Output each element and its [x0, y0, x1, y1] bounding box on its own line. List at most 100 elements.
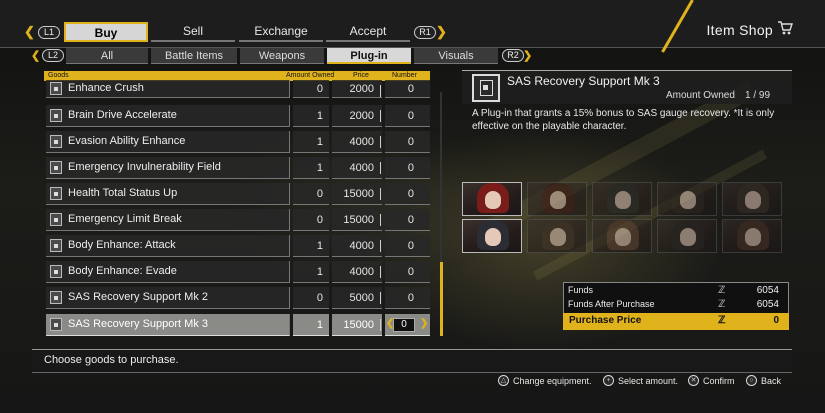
hint-confirm: Confirm: [703, 376, 735, 386]
tab-sell[interactable]: Sell: [151, 22, 235, 42]
subtab-plug-in[interactable]: Plug-in: [327, 48, 411, 64]
tab-buy[interactable]: Buy: [64, 22, 148, 42]
chevron-right-icon[interactable]: ❯: [523, 49, 532, 62]
subtab-all[interactable]: All: [66, 48, 148, 64]
item-owned: 0: [293, 287, 329, 309]
amount-owned-label: Amount Owned: [666, 90, 735, 101]
subtab-battle-items[interactable]: Battle Items: [151, 48, 237, 64]
plug-in-icon: [50, 265, 62, 278]
r1-button-icon: R1: [414, 26, 436, 39]
item-price: 2000: [332, 105, 382, 127]
item-owned: 0: [293, 80, 329, 98]
plug-in-icon: [50, 161, 62, 174]
item-number: 0: [385, 261, 430, 283]
character-portrait[interactable]: [722, 219, 782, 253]
increase-arrow-icon[interactable]: ❯: [420, 318, 428, 329]
item-owned: 1: [293, 131, 329, 153]
quantity-value[interactable]: 0: [393, 318, 415, 332]
character-portrait[interactable]: [527, 219, 587, 253]
list-item[interactable]: Brain Drive Accelerate 1 2000 0: [46, 105, 430, 127]
item-price: 4000: [332, 235, 382, 257]
item-owned: 1: [293, 261, 329, 283]
item-name: Emergency Limit Break: [68, 213, 182, 225]
character-portrait[interactable]: [657, 219, 717, 253]
list-item[interactable]: Evasion Ability Enhance 1 4000 0: [46, 131, 430, 153]
plug-in-icon: [50, 82, 62, 95]
character-portrait[interactable]: [462, 182, 522, 216]
plug-in-icon: [50, 318, 62, 331]
item-owned: 1: [293, 235, 329, 257]
purchase-price-value: 0: [773, 315, 779, 326]
character-portrait[interactable]: [592, 219, 652, 253]
hint-back: Back: [761, 376, 782, 386]
tab-accept[interactable]: Accept: [326, 22, 410, 42]
funds-label: Funds: [568, 285, 594, 295]
list-item[interactable]: Health Total Status Up 0 15000 0: [46, 183, 430, 205]
scrollbar-thumb[interactable]: [440, 262, 443, 336]
plug-in-icon: [50, 135, 62, 148]
item-description: A Plug-in that grants a 15% bonus to SAS…: [472, 108, 775, 132]
r2-button-icon: R2: [502, 49, 524, 62]
item-number: 0: [385, 235, 430, 257]
item-owned: 1: [293, 157, 329, 179]
item-name: Body Enhance: Attack: [68, 239, 176, 251]
item-number: 0: [385, 157, 430, 179]
character-portrait[interactable]: [722, 182, 782, 216]
plug-in-icon: [50, 187, 62, 200]
list-item[interactable]: Enhance Crush 0 2000 0: [46, 80, 430, 98]
character-portrait[interactable]: [657, 182, 717, 216]
item-price: 15000: [332, 183, 382, 205]
item-price: 2000: [332, 80, 382, 98]
subtab-weapons[interactable]: Weapons: [240, 48, 324, 64]
l2-button-icon: L2: [42, 49, 64, 62]
item-owned: 1: [293, 314, 329, 336]
item-name: Brain Drive Accelerate: [68, 109, 177, 121]
item-name: Emergency Invulnerability Field: [68, 161, 221, 173]
plug-in-icon: [50, 109, 62, 122]
item-number: 0: [385, 105, 430, 127]
item-number: 0: [385, 131, 430, 153]
chevron-right-icon[interactable]: ❯: [436, 24, 447, 40]
message-text: Choose goods to purchase.: [44, 354, 179, 366]
item-price: 4000: [332, 131, 382, 153]
item-owned: 1: [293, 105, 329, 127]
item-name: SAS Recovery Support Mk 2: [68, 291, 209, 303]
item-number: 0: [385, 183, 430, 205]
triangle-icon: △: [498, 375, 509, 386]
dpad-icon: +: [603, 375, 614, 386]
subtab-visuals[interactable]: Visuals: [414, 48, 498, 64]
tab-exchange[interactable]: Exchange: [239, 22, 323, 42]
item-owned: 0: [293, 209, 329, 231]
chevron-left-icon[interactable]: ❮: [24, 24, 35, 40]
detail-title: SAS Recovery Support Mk 3: [507, 74, 660, 88]
item-number: 0: [385, 209, 430, 231]
circle-icon: ○: [746, 375, 757, 386]
list-item[interactable]: SAS Recovery Support Mk 2 0 5000 0: [46, 287, 430, 309]
item-name: SAS Recovery Support Mk 3: [68, 318, 209, 330]
item-price: 15000: [332, 314, 382, 336]
title-divider: [661, 0, 694, 53]
list-item-selected[interactable]: SAS Recovery Support Mk 3 1 15000: [46, 314, 430, 336]
amount-owned-value: 1 / 99: [745, 90, 771, 101]
item-owned: 0: [293, 183, 329, 205]
list-item[interactable]: Body Enhance: Attack 1 4000 0: [46, 235, 430, 257]
item-price: 4000: [332, 157, 382, 179]
item-price: 4000: [332, 261, 382, 283]
item-name: Evasion Ability Enhance: [68, 135, 186, 147]
character-portrait[interactable]: [462, 219, 522, 253]
page-title: Item Shop: [706, 22, 773, 38]
hint-select-amount: Select amount.: [618, 376, 679, 386]
item-price: 15000: [332, 209, 382, 231]
list-item[interactable]: Body Enhance: Evade 1 4000 0: [46, 261, 430, 283]
character-portrait[interactable]: [592, 182, 652, 216]
item-number: 0: [385, 80, 430, 98]
chevron-left-icon[interactable]: ❮: [31, 49, 40, 62]
purchase-price-label: Purchase Price: [569, 315, 642, 326]
l1-button-icon: L1: [38, 26, 60, 39]
character-portrait[interactable]: [527, 182, 587, 216]
item-name: Health Total Status Up: [68, 187, 178, 199]
list-item[interactable]: Emergency Limit Break 0 15000 0: [46, 209, 430, 231]
plug-in-icon: [50, 239, 62, 252]
list-item[interactable]: Emergency Invulnerability Field 1 4000 0: [46, 157, 430, 179]
funds-after-value: 6054: [756, 299, 779, 310]
